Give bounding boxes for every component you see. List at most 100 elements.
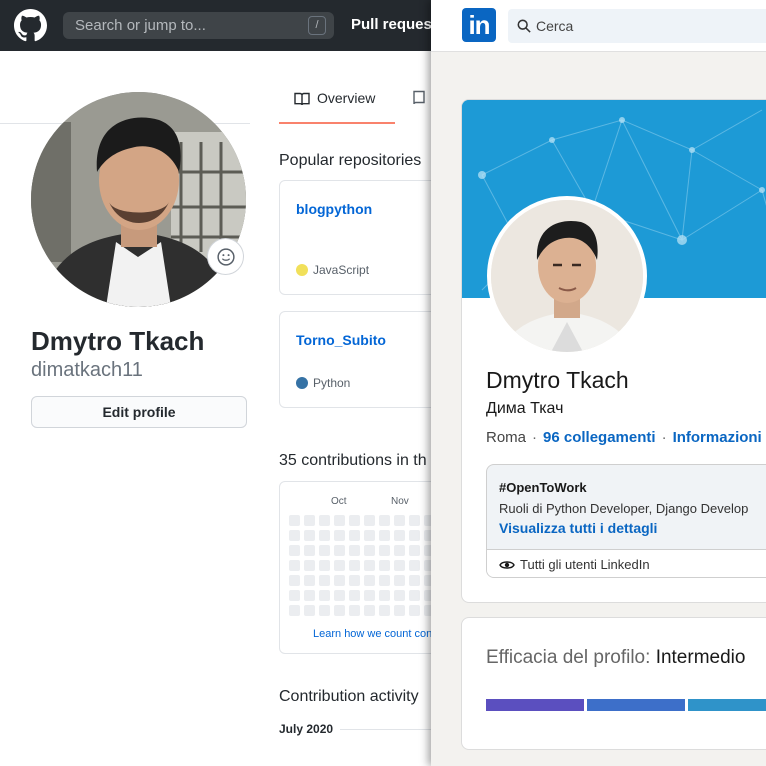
calendar-day-cell: [379, 530, 390, 541]
calendar-day-cell: [409, 530, 420, 541]
book-icon: [294, 92, 310, 106]
calendar-month-label: Oct: [331, 496, 347, 507]
calendar-day-cell: [319, 590, 330, 601]
calendar-day-cell: [364, 545, 375, 556]
calendar-day-cell: [304, 575, 315, 586]
calendar-day-cell: [394, 590, 405, 601]
calendar-day-cell: [334, 530, 345, 541]
calendar-day-cell: [349, 560, 360, 571]
language-color-dot: [296, 377, 308, 389]
calendar-day-cell: [334, 560, 345, 571]
calendar-day-cell: [394, 575, 405, 586]
language-color-dot: [296, 264, 308, 276]
calendar-day-cell: [379, 560, 390, 571]
language-label: JavaScript: [313, 263, 370, 277]
calendar-day-cell: [319, 560, 330, 571]
profile-photo-image: [491, 200, 643, 352]
contributions-title: 35 contributions in th: [279, 452, 427, 469]
profile-strength-card: Efficacia del profilo: Intermedio: [461, 617, 766, 750]
calendar-day-cell: [394, 605, 405, 616]
edit-profile-button[interactable]: Edit profile: [31, 396, 247, 428]
location: Roma: [486, 429, 527, 446]
repo-name[interactable]: Torno_Subito: [296, 332, 386, 348]
calendar-day-cell: [319, 575, 330, 586]
calendar-day-cell: [334, 575, 345, 586]
repo-language: Python: [296, 376, 350, 390]
profile-name: Dmytro Tkach: [31, 326, 205, 356]
search-placeholder: Cerca: [536, 18, 574, 34]
repo-language: JavaScript: [296, 263, 369, 277]
github-avatar[interactable]: [31, 92, 246, 307]
calendar-day-cell: [409, 515, 420, 526]
calendar-day-cell: [289, 515, 300, 526]
contact-info-link[interactable]: Informazioni: [673, 429, 762, 446]
calendar-day-cell: [319, 515, 330, 526]
view-all-details-link[interactable]: Visualizza tutti i dettagli: [499, 520, 657, 536]
search-placeholder: Search or jump to...: [75, 17, 206, 34]
calendar-month-label: Nov: [391, 496, 409, 507]
smiley-icon: [216, 247, 235, 266]
separator: ·: [661, 429, 667, 446]
meter-segment: [486, 699, 584, 711]
calendar-day-cell: [304, 515, 315, 526]
repo-card[interactable]: Torno_Subito Python: [279, 311, 449, 408]
meter-segment: [688, 699, 766, 711]
linkedin-search-input[interactable]: Cerca: [508, 9, 766, 43]
calendar-day-cell: [319, 530, 330, 541]
calendar-day-cell: [394, 530, 405, 541]
search-shortcut-key: /: [308, 16, 326, 35]
calendar-day-cell: [379, 575, 390, 586]
repo-icon[interactable]: [411, 90, 427, 106]
calendar-day-cell: [364, 530, 375, 541]
eye-icon: [499, 560, 515, 569]
profile-name: Dmytro Tkach: [486, 367, 629, 393]
calendar-day-cell: [409, 545, 420, 556]
linkedin-profile-card: Dmytro Tkach Дима Ткач Roma · 96 collegame…: [461, 99, 766, 603]
contribution-calendar: Oct Nov Learn how we count con: [279, 481, 449, 654]
github-search-input[interactable]: Search or jump to... /: [63, 12, 334, 39]
calendar-day-cell: [334, 545, 345, 556]
linkedin-profile-photo[interactable]: [487, 196, 647, 356]
calendar-day-cell: [304, 560, 315, 571]
tab-overview[interactable]: Overview: [279, 84, 395, 124]
calendar-day-cell: [394, 515, 405, 526]
calendar-day-cell: [379, 545, 390, 556]
calendar-day-cell: [394, 545, 405, 556]
set-status-button[interactable]: [207, 238, 244, 275]
avatar-photo: [31, 92, 246, 307]
linkedin-header: in Cerca: [431, 0, 766, 52]
divider: [340, 729, 440, 730]
calendar-day-cell: [394, 560, 405, 571]
open-to-work-title: #OpenToWork: [499, 480, 587, 495]
calendar-day-cell: [334, 605, 345, 616]
calendar-day-cell: [334, 515, 345, 526]
calendar-day-cell: [379, 605, 390, 616]
linkedin-logo-icon[interactable]: in: [462, 8, 496, 42]
calendar-day-cell: [304, 530, 315, 541]
github-logo-icon[interactable]: [14, 9, 47, 42]
repo-card[interactable]: blogpython JavaScript: [279, 180, 449, 295]
linkedin-window: in Cerca Dmytro Tkach Дима Ткач Roma · 9…: [431, 0, 766, 766]
calendar-day-cell: [349, 605, 360, 616]
tab-overview-label: Overview: [317, 90, 376, 106]
calendar-day-cell: [409, 605, 420, 616]
calendar-day-cell: [289, 575, 300, 586]
calendar-day-cell: [364, 575, 375, 586]
calendar-day-cell: [289, 545, 300, 556]
calendar-day-cell: [409, 590, 420, 601]
learn-count-link[interactable]: Learn how we count con: [313, 628, 432, 640]
profile-location-line: Roma · 96 collegamenti · Informazioni: [486, 429, 762, 446]
profile-strength-meter: [486, 699, 766, 711]
visibility-row: Tutti gli utenti LinkedIn: [487, 549, 766, 577]
repo-name[interactable]: blogpython: [296, 201, 372, 217]
separator: ·: [532, 429, 538, 446]
popular-repositories-title: Popular repositories: [279, 152, 422, 169]
connections-link[interactable]: 96 collegamenti: [543, 429, 656, 446]
open-to-work-box: #OpenToWork Ruoli di Python Developer, D…: [486, 464, 766, 578]
calendar-day-cell: [304, 545, 315, 556]
calendar-day-cell: [364, 605, 375, 616]
strength-level: Intermedio: [655, 647, 746, 668]
calendar-day-cell: [409, 560, 420, 571]
language-label: Python: [313, 376, 351, 390]
calendar-day-cell: [289, 590, 300, 601]
